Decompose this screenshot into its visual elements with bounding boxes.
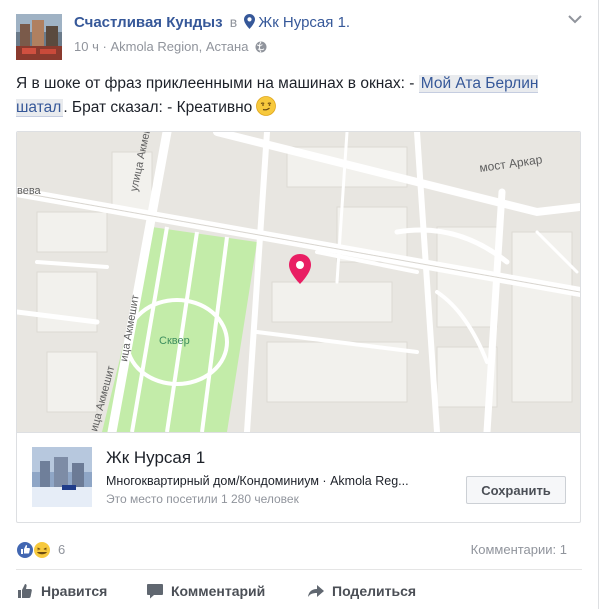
share-icon — [307, 583, 332, 599]
comment-label: Комментарий — [171, 583, 266, 599]
post-meta: 10 ч · Akmola Region, Астана — [74, 39, 267, 56]
post-card: Счастливая Кундыз в Жк Нурсая 1. 10 ч · … — [0, 0, 599, 609]
like-label: Нравится — [41, 583, 108, 599]
reactions-icons[interactable] — [16, 540, 56, 560]
like-button[interactable]: Нравится — [16, 582, 107, 600]
smirk-emoji-icon — [256, 96, 277, 124]
post-text-part2: . Брат сказал: - Креативно — [63, 99, 253, 116]
author-line: Счастливая Кундыз в Жк Нурсая 1. — [74, 14, 350, 33]
in-word: в — [229, 14, 238, 30]
location-card: мост Аркар улица Акмеши ица Акмешит ица … — [16, 131, 581, 523]
share-button[interactable]: Поделиться — [307, 582, 416, 600]
place-visits: Это место посетили 1 280 человек — [106, 492, 299, 506]
comment-button[interactable]: Комментарий — [146, 582, 265, 600]
divider — [16, 569, 582, 570]
place-thumbnail[interactable] — [32, 447, 92, 507]
map-label-edge: вева — [17, 185, 42, 197]
post-text-part1: Я в шоке от фраз приклеенными на машинах… — [16, 75, 419, 92]
comments-count[interactable]: Комментарии: 1 — [471, 542, 567, 557]
post-text: Я в шоке от фраз приклеенными на машинах… — [16, 72, 581, 124]
globe-icon — [255, 41, 267, 56]
place-title[interactable]: Жк Нурсая 1 — [106, 448, 205, 468]
reaction-count[interactable]: 6 — [58, 542, 65, 557]
share-label: Поделиться — [332, 583, 417, 599]
post-location[interactable]: Akmola Region, Астана — [110, 39, 248, 54]
place-info[interactable]: Жк Нурсая 1 Многоквартирный дом/Кондомин… — [17, 432, 580, 522]
post-time[interactable]: 10 ч — [74, 39, 99, 54]
tagged-place-link[interactable]: Жк Нурсая 1. — [258, 14, 350, 31]
map-label-park: Сквер — [159, 335, 190, 347]
location-pin-icon — [244, 14, 256, 33]
comment-icon — [146, 583, 171, 599]
like-icon — [16, 583, 41, 599]
author-name[interactable]: Счастливая Кундыз — [74, 14, 223, 31]
map-preview[interactable]: мост Аркар улица Акмеши ица Акмешит ица … — [17, 132, 580, 437]
place-category: Многоквартирный дом/Кондоминиум · Akmola… — [106, 474, 409, 488]
chevron-down-icon[interactable] — [567, 13, 583, 25]
save-button[interactable]: Сохранить — [466, 476, 566, 504]
author-avatar[interactable] — [16, 14, 62, 60]
